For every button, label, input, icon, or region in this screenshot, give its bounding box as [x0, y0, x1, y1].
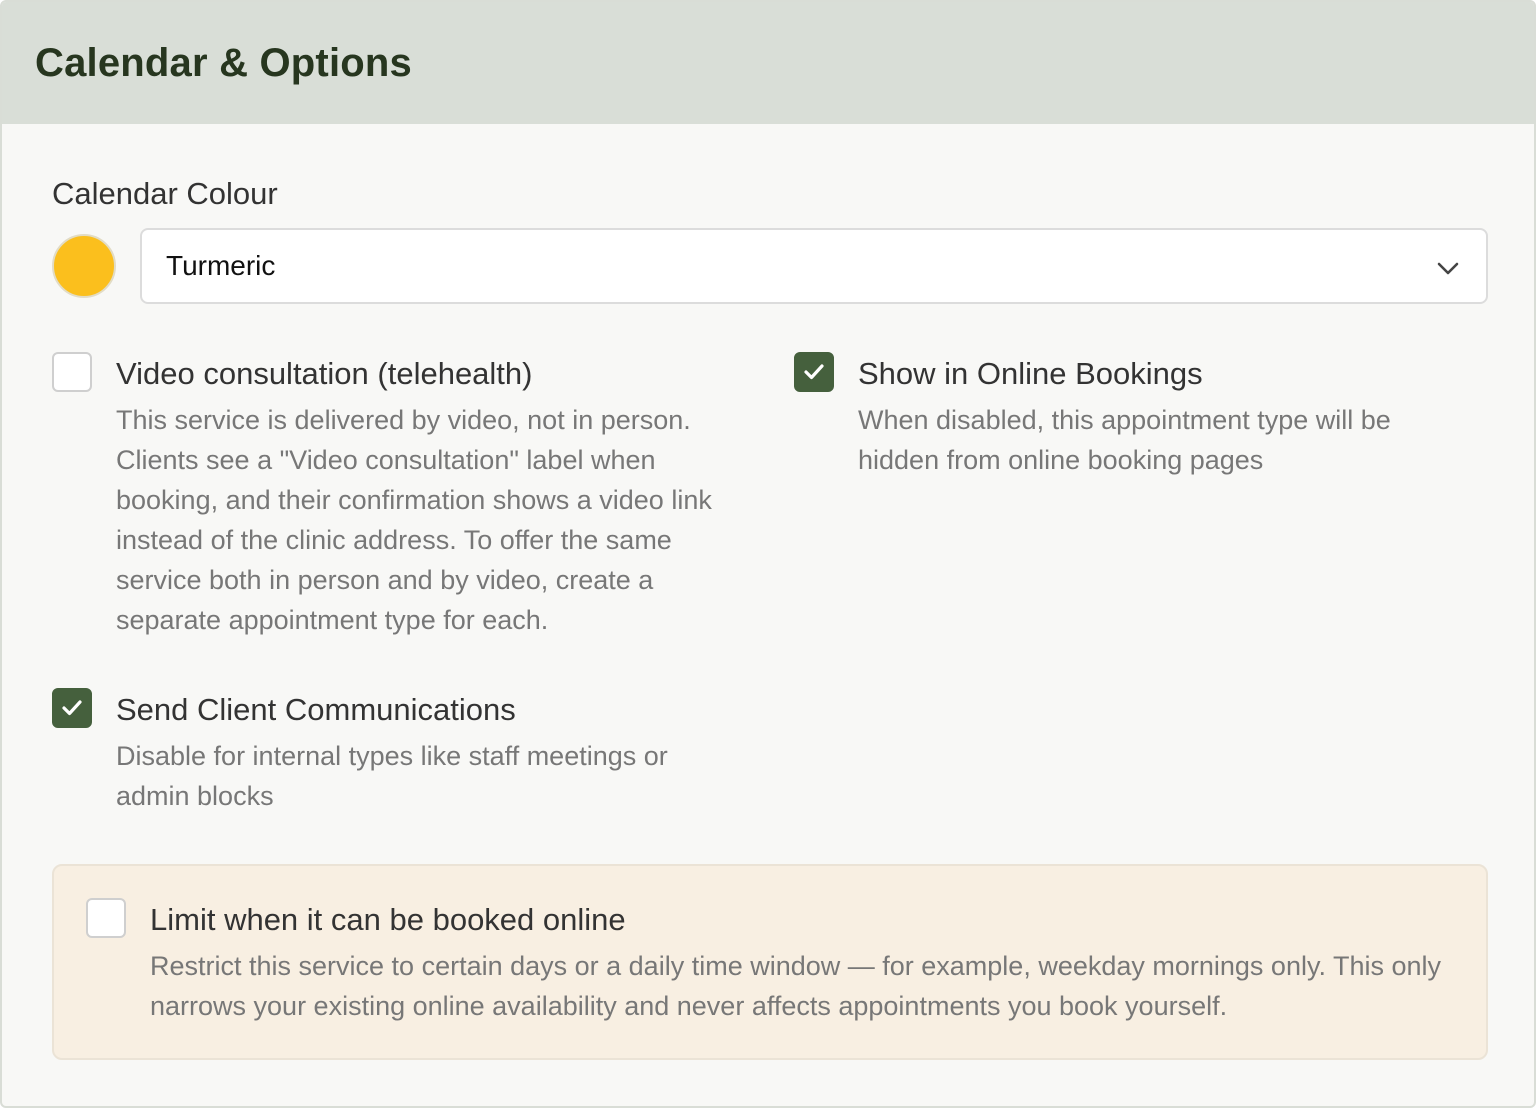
calendar-colour-label: Calendar Colour	[52, 176, 278, 211]
client-communications-description: Disable for internal types like staff me…	[116, 741, 668, 811]
chevron-down-icon	[1436, 256, 1460, 280]
checkmark-icon	[804, 364, 824, 380]
card-header: Calendar & Options	[2, 2, 1534, 124]
client-communications-checkbox[interactable]	[52, 688, 92, 728]
online-bookings-description: When disabled, this appointment type wil…	[858, 405, 1391, 475]
limit-online-title: Limit when it can be booked online	[150, 902, 626, 937]
checkmark-icon	[62, 700, 82, 716]
video-consultation-title: Video consultation (telehealth)	[116, 356, 533, 391]
limit-online-description: Restrict this service to certain days or…	[150, 951, 1442, 1021]
card-title: Calendar & Options	[35, 40, 412, 85]
colour-swatch	[52, 234, 116, 298]
client-communications-title: Send Client Communications	[116, 692, 516, 727]
online-bookings-checkbox[interactable]	[794, 352, 834, 392]
video-consultation-description: This service is delivered by video, not …	[116, 405, 712, 635]
calendar-colour-value: Turmeric	[166, 250, 276, 281]
calendar-options-card: Calendar & Options Calendar Colour Turme…	[0, 0, 1536, 1108]
calendar-colour-select[interactable]: Turmeric	[140, 228, 1488, 304]
video-consultation-checkbox[interactable]	[52, 352, 92, 392]
online-bookings-title: Show in Online Bookings	[858, 356, 1203, 391]
limit-online-checkbox[interactable]	[86, 898, 126, 938]
